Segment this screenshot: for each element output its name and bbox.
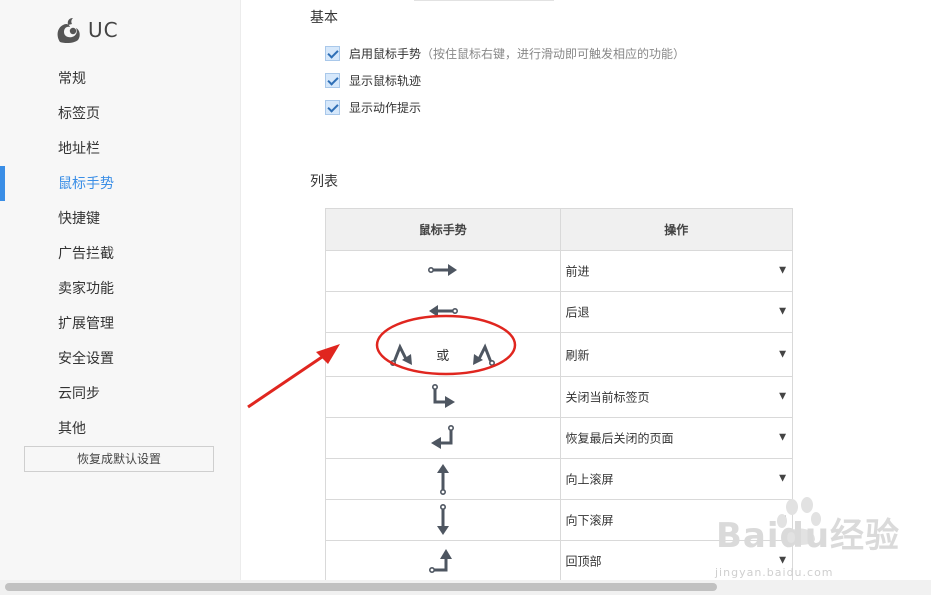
gesture-cell [325,499,561,541]
action-select[interactable]: 后退 ▼ [559,291,794,333]
sidebar-item-seller[interactable]: 卖家功能 [58,279,114,299]
sidebar-item-mouse-gestures[interactable]: 鼠标手势 [58,174,114,194]
dropdown-caret-icon: ▼ [779,391,786,402]
sidebar-item-ad-block[interactable]: 广告拦截 [58,244,114,264]
reset-defaults-button[interactable]: 恢复成默认设置 [24,446,214,472]
gesture-cell [325,376,561,418]
action-select[interactable]: 恢复最后关闭的页面 ▼ [559,417,794,459]
option-label: 启用鼠标手势 [349,46,422,61]
pointer-arrow-line [247,353,326,409]
action-label: 向下滚屏 [565,513,614,528]
dropdown-caret-icon: ▼ [779,306,786,317]
sidebar: UC 常规 标签页 地址栏 鼠标手势 快捷键 广告拦截 卖家功能 扩展管理 安全… [0,0,240,580]
header-gesture: 鼠标手势 [325,208,561,251]
header-action: 操作 [559,208,794,251]
sidebar-item-extensions[interactable]: 扩展管理 [58,314,114,334]
gesture-cell [325,540,561,581]
option-label: 显示鼠标轨迹 [349,73,422,88]
checkbox-show-trail[interactable] [325,72,340,88]
up-down-refresh-icon [390,342,413,366]
horizontal-scrollbar-thumb[interactable] [5,583,717,591]
arrow-up-icon [436,464,449,495]
sidebar-divider [240,0,241,580]
dropdown-caret-icon: ▼ [779,349,786,359]
dropdown-caret-icon: ▼ [779,473,786,484]
action-select[interactable]: 刷新 ▼ [559,332,794,377]
basic-section-title: 基本 [310,10,338,26]
list-section-title: 列表 [310,174,338,190]
logo-text: UC [88,18,119,42]
table-row: 关闭当前标签页 ▼ [325,376,794,418]
up-down-refresh-alt-icon [473,342,496,366]
gesture-cell: 或 [325,332,561,377]
action-label: 恢复最后关闭的页面 [565,431,674,446]
watermark-url: jingyan.baidu.com [715,566,834,579]
action-label: 刷新 [565,348,590,362]
dropdown-caret-icon: ▼ [779,265,786,276]
option-hint: （按住鼠标右键，进行滑动即可触发相应的功能） [421,46,686,61]
sidebar-item-shortcuts[interactable]: 快捷键 [58,209,100,229]
or-label: 或 [436,349,450,364]
sidebar-item-other[interactable]: 其他 [58,419,86,439]
table-header-row: 鼠标手势 操作 [325,208,794,251]
sidebar-item-cloud-sync[interactable]: 云同步 [58,384,100,404]
gesture-cell [325,291,561,333]
table-row: 前进 ▼ [325,250,794,292]
sidebar-item-tabs[interactable]: 标签页 [58,104,100,124]
arrow-right-icon [427,263,457,276]
action-select[interactable]: 前进 ▼ [559,250,794,292]
option-label: 显示动作提示 [349,100,422,115]
action-select[interactable]: 向上滚屏 ▼ [559,458,794,500]
sidebar-item-security[interactable]: 安全设置 [58,349,114,369]
dropdown-caret-icon: ▼ [779,432,786,443]
table-row: 向上滚屏 ▼ [325,458,794,500]
action-select[interactable]: 关闭当前标签页 ▼ [559,376,794,418]
option-show-hints[interactable]: 显示动作提示 [325,98,421,116]
checkbox-enable-gestures[interactable] [325,45,340,61]
action-label: 关闭当前标签页 [565,390,650,405]
sidebar-item-address-bar[interactable]: 地址栏 [58,139,100,159]
gesture-cell [325,250,561,292]
gesture-cell [325,458,561,500]
down-right-icon [431,383,455,408]
uc-logo: UC [54,14,119,46]
table-row: 后退 ▼ [325,291,794,333]
action-label: 前进 [565,264,590,279]
table-row: 恢复最后关闭的页面 ▼ [325,417,794,459]
active-nav-indicator [0,166,5,201]
top-divider [414,0,554,1]
watermark-brand: Baidu经验 [716,516,901,556]
right-up-icon [428,548,452,573]
option-enable-gestures[interactable]: 启用鼠标手势 （按住鼠标右键，进行滑动即可触发相应的功能） [325,44,685,62]
uc-squirrel-icon [57,18,80,44]
checkbox-show-hints[interactable] [325,99,340,115]
action-label: 后退 [565,305,590,320]
gesture-cell [325,417,561,459]
action-label: 向上滚屏 [565,472,614,487]
arrow-left-icon [428,304,458,317]
down-left-icon [430,424,454,449]
option-show-trail[interactable]: 显示鼠标轨迹 [325,71,421,89]
sidebar-item-general[interactable]: 常规 [58,69,86,89]
table-row: 或 刷新 ▼ [325,332,794,377]
arrow-down-icon [436,503,449,535]
action-label: 回顶部 [565,554,602,568]
